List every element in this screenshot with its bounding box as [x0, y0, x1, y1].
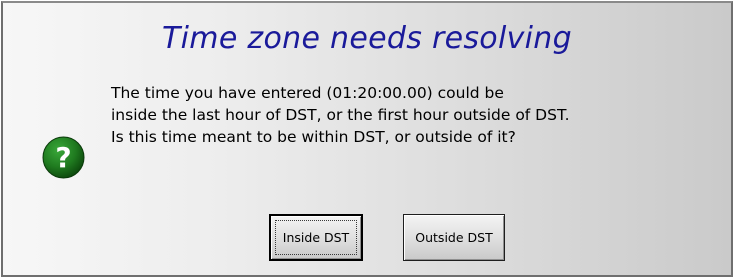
dialog-message: The time you have entered (01:20:00.00) …	[111, 82, 711, 148]
message-line: Is this time meant to be within DST, or …	[111, 128, 516, 146]
inside-dst-button[interactable]: Inside DST	[269, 214, 363, 261]
dialog-title: Time zone needs resolving	[162, 21, 572, 56]
inside-dst-label: Inside DST	[282, 230, 350, 245]
svg-text:?: ?	[55, 141, 71, 174]
message-line: The time you have entered (01:20:00.00) …	[111, 84, 504, 102]
time-zone-dialog: Time zone needs resolving ? The time you…	[1, 1, 733, 277]
outside-dst-button[interactable]: Outside DST	[403, 214, 505, 261]
outside-dst-label: Outside DST	[415, 230, 493, 245]
message-line: inside the last hour of DST, or the firs…	[111, 106, 570, 124]
question-icon: ?	[42, 136, 85, 179]
